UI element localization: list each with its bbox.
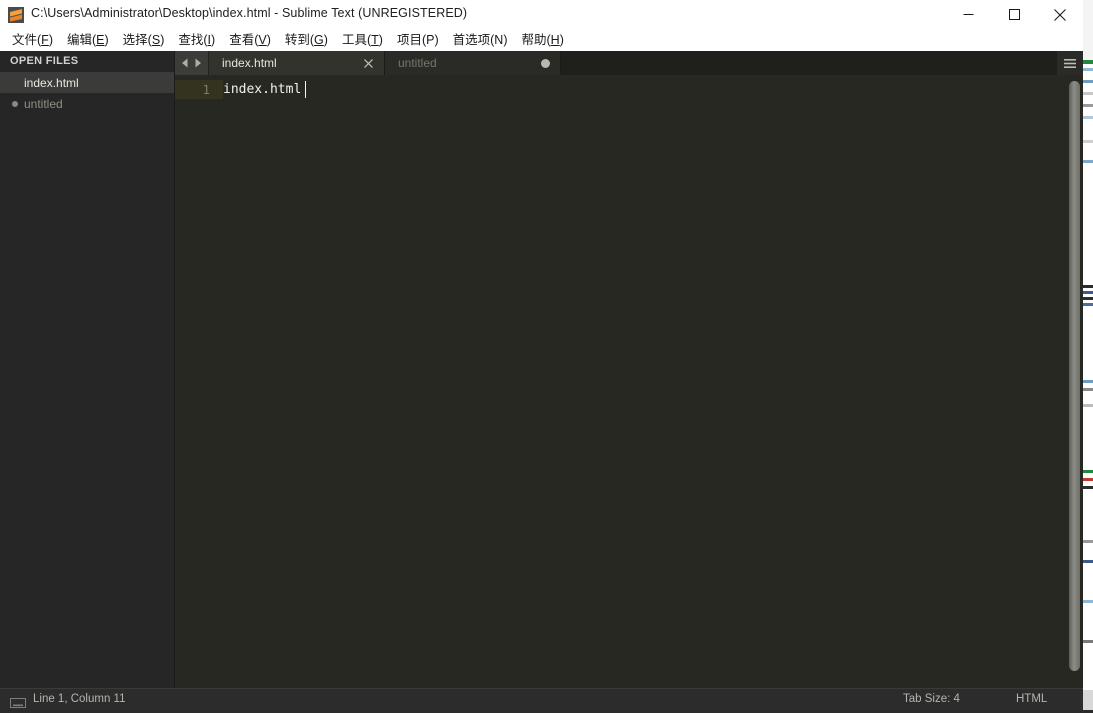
title-bar[interactable]: C:\Users\Administrator\Desktop\index.htm… <box>0 0 1083 29</box>
menu-item-tools[interactable]: 工具(T) <box>335 31 390 50</box>
dirty-dot-icon[interactable] <box>541 58 550 68</box>
window-title: C:\Users\Administrator\Desktop\index.htm… <box>31 6 468 20</box>
menu-item-goto[interactable]: 转到(G) <box>278 31 335 50</box>
line-number: 1 <box>202 82 210 97</box>
sidebar-item-label: index.html <box>24 75 79 90</box>
close-button[interactable] <box>1037 0 1083 29</box>
keyboard-icon <box>10 695 26 708</box>
sidebar-item-label: untitled <box>24 96 63 111</box>
tab-label: untitled <box>398 56 437 70</box>
menu-label-goto: 转到( <box>284 32 315 47</box>
tab-untitled[interactable]: untitled <box>385 51 561 75</box>
maximize-button[interactable] <box>991 0 1037 29</box>
background-window-sliver[interactable] <box>1083 0 1093 710</box>
menu-item-project[interactable]: 项目(P) <box>390 31 446 50</box>
menu-accel-tools: T <box>371 32 379 47</box>
sublime-text-window: C:\Users\Administrator\Desktop\index.htm… <box>0 0 1093 710</box>
tab-navigation-arrows <box>175 51 209 75</box>
sidebar-open-files-list: index.html untitled <box>0 72 174 114</box>
menu-label-selection: 选择( <box>122 32 152 47</box>
menu-label-tools: 工具( <box>341 32 372 47</box>
sidebar-item-untitled[interactable]: untitled <box>0 93 174 114</box>
menu-label-view: 查看( <box>229 32 259 47</box>
tab-label: index.html <box>222 56 277 70</box>
cursor-position-status[interactable]: Line 1, Column 11 <box>33 693 125 705</box>
menu-bar: 文件(F) 编辑(E) 选择(S) 查找(I) 查看(V) 转到(G) 工具(T… <box>0 29 1083 51</box>
menu-item-file[interactable]: 文件(F) <box>5 31 60 50</box>
menu-label-find: 查找( <box>178 32 208 47</box>
editor-vertical-scrollbar[interactable] <box>1066 75 1083 688</box>
scrollbar-thumb[interactable] <box>1069 81 1080 671</box>
menu-accel-file: F <box>41 32 49 47</box>
menu-accel-help: H <box>550 32 560 47</box>
chevron-right-icon[interactable] <box>192 56 205 70</box>
menu-item-help[interactable]: 帮助(H) <box>515 31 571 50</box>
menu-item-edit[interactable]: 编辑(E) <box>60 31 116 50</box>
status-bar: Line 1, Column 11 Tab Size: 4 HTML <box>0 688 1083 710</box>
tab-size-status[interactable]: Tab Size: 4 <box>903 693 960 705</box>
sublime-text-logo-icon <box>8 7 24 23</box>
menu-label-project: 项目( <box>396 32 427 47</box>
sidebar-section-open-files: OPEN FILES <box>0 52 174 70</box>
minimize-button[interactable] <box>945 0 991 29</box>
code-editor[interactable]: 1 index.html <box>175 75 1083 688</box>
menu-label-preferences: 首选项( <box>452 32 495 47</box>
hamburger-menu-icon[interactable] <box>1057 51 1083 75</box>
text-caret <box>305 81 306 98</box>
menu-accel-preferences: N <box>494 32 504 47</box>
close-icon[interactable] <box>362 57 374 69</box>
unsaved-dot-icon <box>12 101 18 107</box>
tab-bar-empty-area <box>561 51 1057 75</box>
menu-label-help: 帮助( <box>521 32 551 47</box>
menu-accel-edit: E <box>96 32 105 47</box>
tab-bar: index.html untitled <box>175 51 1083 75</box>
window-controls <box>945 0 1083 29</box>
sidebar: OPEN FILES index.html untitled <box>0 51 175 688</box>
sidebar-item-index-html[interactable]: index.html <box>0 72 174 93</box>
menu-label-edit: 编辑( <box>66 32 97 47</box>
menu-item-find[interactable]: 查找(I) <box>171 31 222 50</box>
menu-label-file: 文件( <box>12 32 42 47</box>
chevron-left-icon[interactable] <box>178 56 191 70</box>
menu-accel-selection: S <box>151 32 161 47</box>
syntax-status[interactable]: HTML <box>1016 693 1047 705</box>
menu-accel-goto: G <box>314 32 324 47</box>
line-number-gutter: 1 <box>175 75 223 688</box>
menu-item-selection[interactable]: 选择(S) <box>116 31 172 50</box>
menu-item-view[interactable]: 查看(V) <box>222 31 278 50</box>
tab-index-html[interactable]: index.html <box>209 51 385 75</box>
menu-item-preferences[interactable]: 首选项(N) <box>446 31 515 50</box>
menu-accel-view: V <box>258 32 267 47</box>
code-line-1: index.html <box>223 82 302 97</box>
